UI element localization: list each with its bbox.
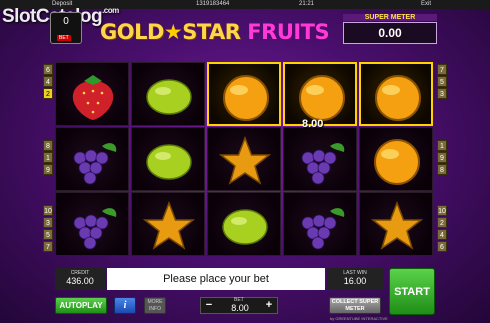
account-number: 1319183464 [196, 1, 230, 7]
reel-cell [207, 62, 281, 126]
credit-value: 436.00 [66, 276, 94, 286]
reel-cell [55, 192, 129, 256]
grape-icon [73, 208, 117, 250]
bet-control: BET − 8.00 + [200, 297, 278, 314]
reel-cell [283, 192, 357, 256]
reel-cell [283, 127, 357, 191]
logo-gold: GOLD [100, 20, 164, 44]
super-meter: SUPER METER 0.00 [343, 14, 437, 46]
reel-cell [207, 192, 281, 256]
reel-cell [359, 62, 433, 126]
orange-icon [374, 139, 420, 185]
line-indicator[interactable]: 4 [43, 76, 53, 87]
line-indicator[interactable]: 8 [43, 140, 53, 151]
reel-cell [55, 127, 129, 191]
line-indicator[interactable]: 3 [43, 217, 53, 228]
star-icon [370, 200, 424, 250]
watermark-suffix: .com [102, 6, 119, 15]
credit-display: CREDIT 436.00 [55, 268, 105, 290]
autoplay-button[interactable]: AUTOPLAY [55, 297, 107, 314]
grape-icon [73, 143, 117, 185]
start-button[interactable]: START [389, 268, 435, 315]
collect-super-meter-button[interactable]: COLLECT SUPER METER [329, 297, 381, 314]
strawberry-icon [72, 75, 114, 120]
logo-fruits: FRUITS [247, 20, 330, 44]
line-indicator[interactable]: 1 [43, 152, 53, 163]
bet-decrease-button[interactable]: − [204, 300, 214, 312]
line-indicator[interactable]: 9 [437, 152, 447, 163]
lemon-icon [222, 209, 268, 245]
bet-value: 8.00 [231, 303, 249, 313]
reel-cell [283, 62, 357, 126]
orange-icon [375, 75, 421, 121]
last-win-display: LAST WIN 16.00 [327, 268, 383, 290]
line-indicator[interactable]: 2 [43, 88, 53, 99]
reel-cell [207, 127, 281, 191]
line-indicator[interactable]: 5 [43, 229, 53, 240]
super-meter-value: 0.00 [343, 22, 437, 44]
reel-cell [131, 192, 205, 256]
line-indicator[interactable]: 7 [437, 64, 447, 75]
line-indicator[interactable]: 4 [437, 229, 447, 240]
orange-icon [223, 75, 269, 121]
line-indicator[interactable]: 9 [43, 164, 53, 175]
line-indicator[interactable]: 10 [437, 205, 447, 216]
win-amount: 8.00 [302, 118, 324, 130]
star-icon [218, 135, 272, 185]
line-indicator[interactable]: 8 [437, 164, 447, 175]
super-meter-label: SUPER METER [343, 14, 437, 21]
last-win-value: 16.00 [343, 276, 367, 286]
reel-cell [359, 127, 433, 191]
line-indicator[interactable]: 10 [43, 205, 53, 216]
star-icon [142, 200, 196, 250]
lemon-icon [146, 79, 192, 115]
maker-credit: by GREENTUBE INTERACTIVE [330, 316, 388, 321]
bet-badge: 0 BET [50, 12, 82, 44]
reel-grid [55, 62, 435, 257]
clock: 21:21 [299, 1, 315, 7]
reel-cell [131, 62, 205, 126]
exit-link[interactable]: Exit [421, 1, 431, 7]
line-indicator[interactable]: 6 [437, 241, 447, 252]
bet-badge-label: BET [57, 35, 71, 41]
grape-icon [301, 208, 345, 250]
line-indicator[interactable]: 5 [437, 76, 447, 87]
bet-badge-value: 0 [63, 16, 69, 27]
line-indicator[interactable]: 1 [437, 140, 447, 151]
lemon-icon [146, 144, 192, 180]
reel-cell [131, 127, 205, 191]
game-logo: GOLD★STAR FRUITS [100, 20, 340, 48]
reel-cell [55, 62, 129, 126]
reel-cell [359, 192, 433, 256]
grape-icon [301, 143, 345, 185]
line-indicator[interactable]: 6 [43, 64, 53, 75]
status-message: Please place your bet [107, 268, 325, 290]
logo-star: STAR [182, 20, 241, 44]
more-info-button[interactable]: MORE INFO [144, 297, 166, 314]
bet-increase-button[interactable]: + [264, 300, 274, 312]
line-indicator[interactable]: 7 [43, 241, 53, 252]
line-indicator[interactable]: 2 [437, 217, 447, 228]
info-button[interactable]: i [114, 297, 136, 314]
line-indicator[interactable]: 3 [437, 88, 447, 99]
logo-star-icon: ★ [163, 20, 183, 44]
